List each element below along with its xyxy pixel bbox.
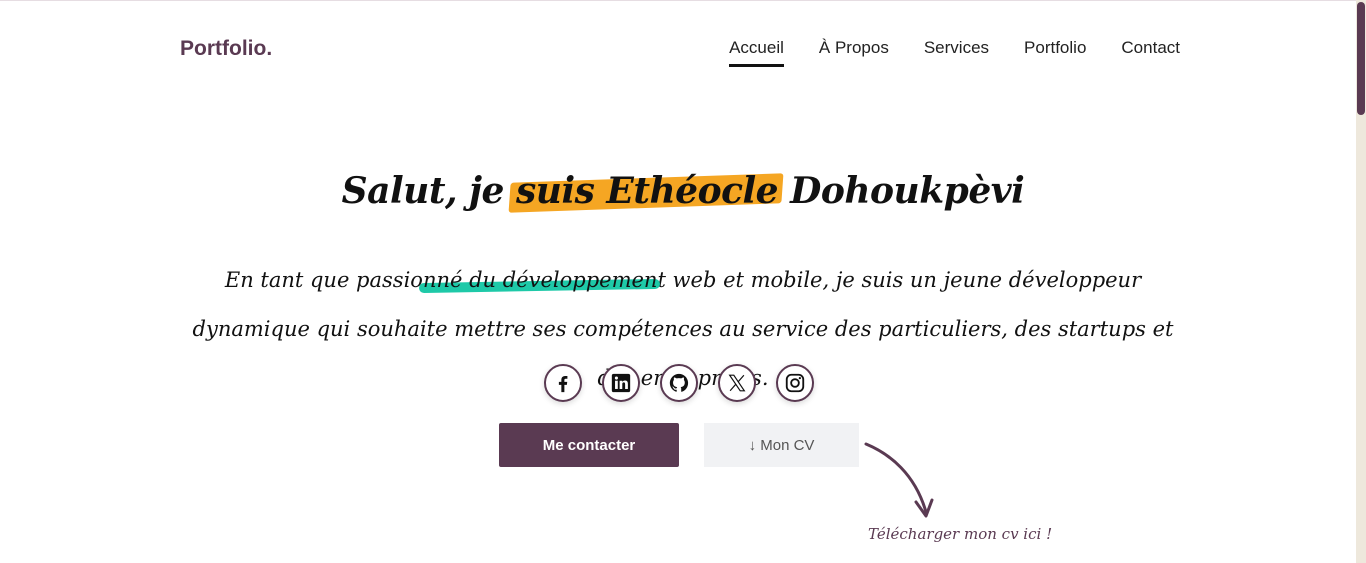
x-link[interactable] xyxy=(718,364,756,402)
x-icon xyxy=(728,374,746,392)
hero-title-after: Dohoukpèvi xyxy=(778,170,1025,212)
scrollbar-thumb[interactable] xyxy=(1357,2,1365,115)
hero-text-before: En tant que passio xyxy=(224,268,423,292)
nav-link-portfolio[interactable]: Portfolio xyxy=(1024,38,1086,66)
download-cv-button[interactable]: ↓ Mon CV xyxy=(704,423,859,467)
curved-arrow-icon xyxy=(864,442,934,518)
instagram-icon xyxy=(785,373,805,393)
social-links xyxy=(544,364,814,402)
hero-title: Salut, je suis Ethéocle Dohoukpèvi xyxy=(0,170,1366,212)
hero-text-highlight: nné du développemen xyxy=(422,268,658,292)
contact-button[interactable]: Me contacter xyxy=(499,423,679,467)
hero-title-before: Salut, je xyxy=(341,170,516,212)
linkedin-icon xyxy=(611,373,631,393)
facebook-link[interactable] xyxy=(544,364,582,402)
nav-link-services[interactable]: Services xyxy=(924,38,989,66)
linkedin-link[interactable] xyxy=(602,364,640,402)
site-logo[interactable]: Portfolio. xyxy=(180,37,272,61)
nav-link-a-propos[interactable]: À Propos xyxy=(819,38,889,66)
facebook-icon xyxy=(558,375,568,393)
main-nav: Accueil À Propos Services Portfolio Cont… xyxy=(729,38,1180,67)
github-link[interactable] xyxy=(660,364,698,402)
page-scrollbar[interactable] xyxy=(1356,0,1366,563)
instagram-link[interactable] xyxy=(776,364,814,402)
github-icon xyxy=(669,373,689,392)
hero-title-highlight: suis Ethéocle xyxy=(516,170,779,212)
nav-link-contact[interactable]: Contact xyxy=(1121,38,1180,66)
site-header: Portfolio. Accueil À Propos Services Por… xyxy=(0,0,1356,95)
nav-link-accueil[interactable]: Accueil xyxy=(729,38,784,67)
cv-download-hint: Télécharger mon cv ici ! xyxy=(868,525,1053,543)
